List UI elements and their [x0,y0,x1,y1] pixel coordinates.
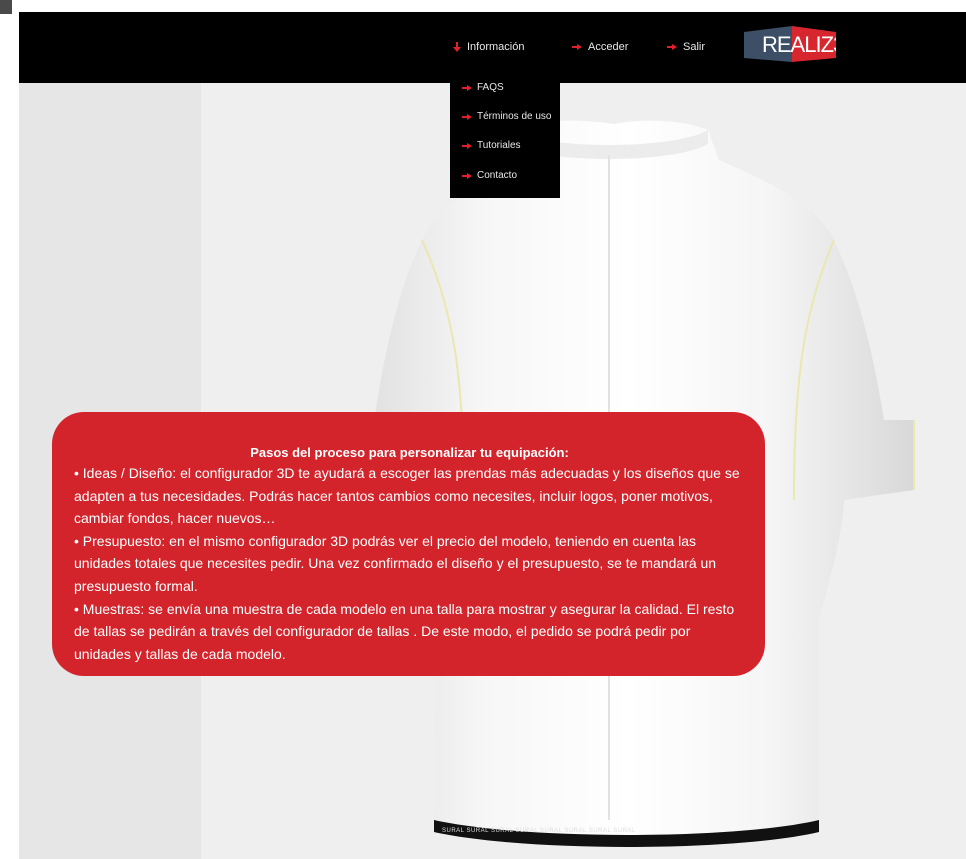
hem-brand-text: SURAL [539,828,563,834]
arrow-right-icon [462,172,472,179]
process-step-presupuesto: • Presupuesto: en el mismo configurador … [74,532,717,594]
arrow-right-icon [572,44,582,50]
arrow-down-icon [453,42,461,52]
dropdown-item-label: Contacto [477,170,518,181]
nav-item-label: Acceder [588,41,629,53]
dropdown-item-label: FAQS [477,82,504,93]
corner-mark [0,0,12,14]
process-steps-panel: Pasos del proceso para personalizar tu e… [52,412,765,676]
arrow-right-icon [462,142,472,149]
dropdown-item-tutoriales[interactable]: Tutoriales [462,139,521,152]
arrow-right-icon [462,84,472,91]
jersey-hem-band: SURAL SURAL SURAL SURAL SURAL SURAL SURA… [442,823,792,839]
nav-item-acceder[interactable]: Acceder [572,40,628,54]
nav-item-informacion[interactable]: Información [453,40,524,54]
hem-brand-text: SURAL [466,828,489,834]
informacion-dropdown-menu: FAQS Términos de uso Tutoriales Contacto [450,74,560,198]
logo-text: REALIZ3D [762,32,836,57]
nav-item-label: Información [467,41,525,53]
dropdown-item-faqs[interactable]: FAQS [462,81,504,94]
dropdown-item-label: Tutoriales [477,140,521,151]
dropdown-item-contacto[interactable]: Contacto [462,169,517,182]
process-title: Pasos del proceso para personalizar tu e… [250,445,569,460]
nav-item-label: Salir [683,41,706,53]
hem-brand-text: SURAL [490,828,514,834]
process-step-muestras: • Muestras: se envía una muestra de cada… [74,600,735,662]
dropdown-item-terminos[interactable]: Términos de uso [462,110,551,123]
hem-brand-text: SURAL [442,828,465,834]
hem-brand-text: SURAL [515,828,538,834]
dropdown-item-label: Términos de uso [477,111,552,122]
realiz3d-logo[interactable]: REALIZ3D [740,24,836,64]
process-step-ideas: • Ideas / Diseño: el configurador 3D te … [74,465,740,527]
nav-item-salir[interactable]: Salir [667,40,705,54]
hem-brand-text: SURAL [613,828,636,834]
arrow-right-icon [462,113,472,120]
hem-brand-text: SURAL [564,828,587,834]
arrow-right-icon [667,44,677,50]
hem-brand-text: SURAL [588,828,612,834]
